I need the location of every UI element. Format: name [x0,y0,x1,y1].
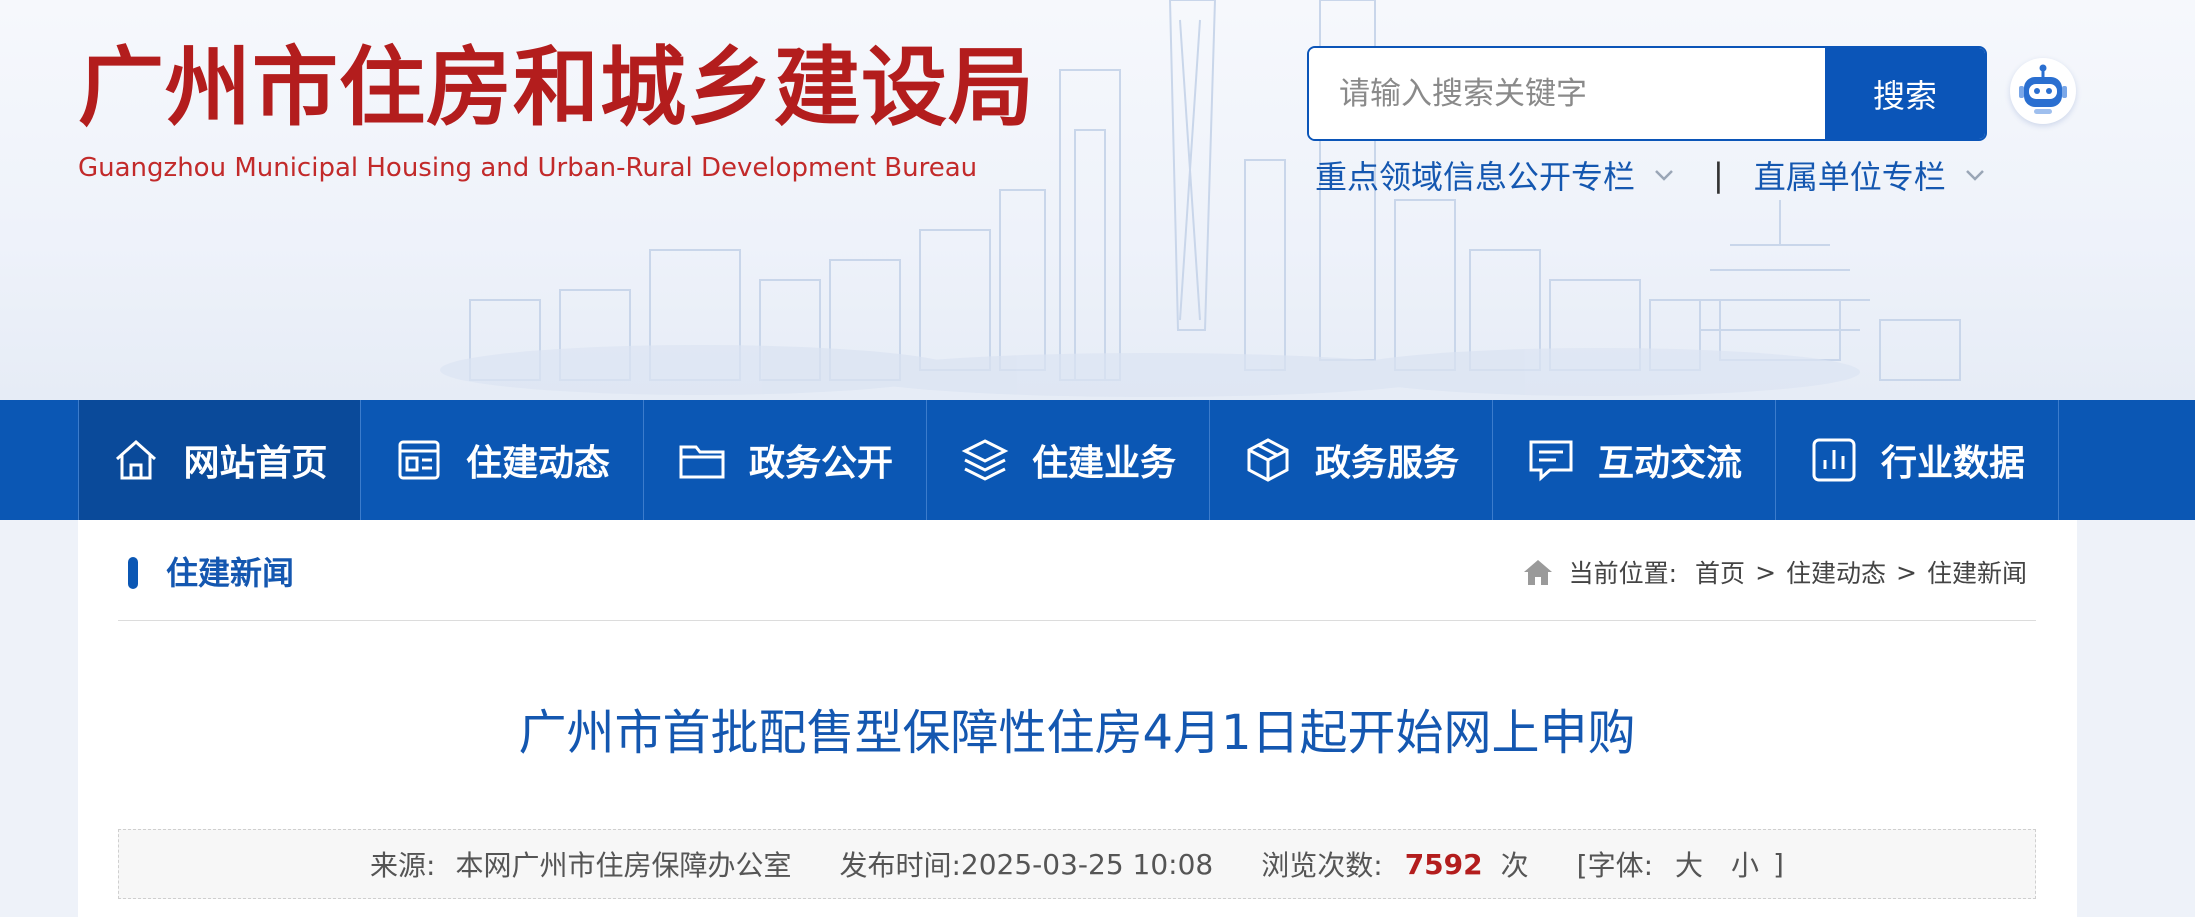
site-header: 广州市住房和城乡建设局 Guangzhou Municipal Housing … [0,0,2195,400]
quick-links: 重点领域信息公开专栏 | 直属单位专栏 [1315,150,1988,200]
views-label: 浏览次数: [1261,849,1383,882]
article-meta-bar: 来源: 本网广州市住房保障办公室 发布时间: 2025-03-25 10:08 … [118,829,2036,899]
home-icon [116,439,157,480]
font-size-close: ] [1773,847,1784,881]
quick-link-subsidiary-units[interactable]: 直属单位专栏 [1754,152,1988,198]
nav-item-label: 互动交流 [1597,443,1742,484]
section-marker [128,557,138,589]
nav-item-label: 行业数据 [1880,443,2025,484]
chevron-down-icon [1965,170,1984,181]
site-title: 广州市住房和城乡建设局 [78,38,1035,138]
nav-item-industry-data[interactable]: 行业数据 [1776,400,2059,520]
article-source: 本网广州市住房保障办公室 [455,849,792,882]
robot-assistant-icon[interactable] [2010,58,2076,124]
nav-item-gov-affairs[interactable]: 政务公开 [644,400,927,520]
search-box: 搜索 [1307,46,1987,141]
quick-link-label: 重点领域信息公开专栏 [1315,158,1636,196]
nav-item-news[interactable]: 住建动态 [361,400,644,520]
nav-item-label: 住建动态 [465,443,610,484]
publish-time: 2025-03-25 10:08 [960,847,1214,881]
publish-time-label: 发布时间: [839,849,961,882]
breadcrumb-home[interactable]: 首页 [1695,554,1745,590]
nav-item-interaction[interactable]: 互动交流 [1493,400,1776,520]
breadcrumb-separator: > [1755,557,1777,587]
view-count: 7592 [1404,847,1483,881]
font-size-open: [字体: [1576,849,1653,882]
quick-link-key-info[interactable]: 重点领域信息公开专栏 [1315,152,1677,198]
section-divider [118,620,2036,621]
site-subtitle: Guangzhou Municipal Housing and Urban-Ru… [78,153,978,183]
font-large-button[interactable]: 大 [1675,844,1703,884]
folder-icon [679,445,725,479]
nav-item-label: 住建业务 [1031,443,1176,484]
chevron-down-icon [1655,170,1673,181]
chat-icon [1529,440,1573,482]
search-button[interactable]: 搜索 [1825,48,1985,139]
font-small-button[interactable]: 小 [1731,844,1759,884]
breadcrumb: 当前位置: 首页 > 住建动态 > 住建新闻 [1521,552,2027,592]
nav-item-home[interactable]: 网站首页 [78,400,361,520]
nav-item-business[interactable]: 住建业务 [927,400,1210,520]
breadcrumb-label: 当前位置: [1568,559,1678,588]
chart-icon [1812,438,1856,482]
breadcrumb-separator: > [1896,557,1917,587]
layers-icon [961,439,1009,481]
nav-item-label: 政务服务 [1314,443,1459,484]
search-input[interactable] [1309,48,1825,139]
source-label: 来源: [370,849,436,882]
article-title: 广州市首批配售型保障性住房4月1日起开始网上申购 [518,705,1636,761]
views-unit: 次 [1500,849,1529,882]
nav-item-label: 网站首页 [183,443,328,484]
home-icon [1523,560,1552,585]
breadcrumb-news[interactable]: 住建动态 [1786,554,1886,590]
quick-link-separator: | [1713,156,1724,194]
cube-icon [1247,438,1289,482]
nav-item-gov-services[interactable]: 政务服务 [1210,400,1493,520]
nav-item-label: 政务公开 [748,443,893,484]
news-icon [398,440,440,480]
breadcrumb-current[interactable]: 住建新闻 [1927,554,2027,590]
section-title: 住建新闻 [166,554,295,592]
main-nav: 网站首页 住建动态 政务公开 住建业务 政务服务 互动交流 行业数据 [0,400,2195,520]
quick-link-label: 直属单位专栏 [1753,158,1946,196]
